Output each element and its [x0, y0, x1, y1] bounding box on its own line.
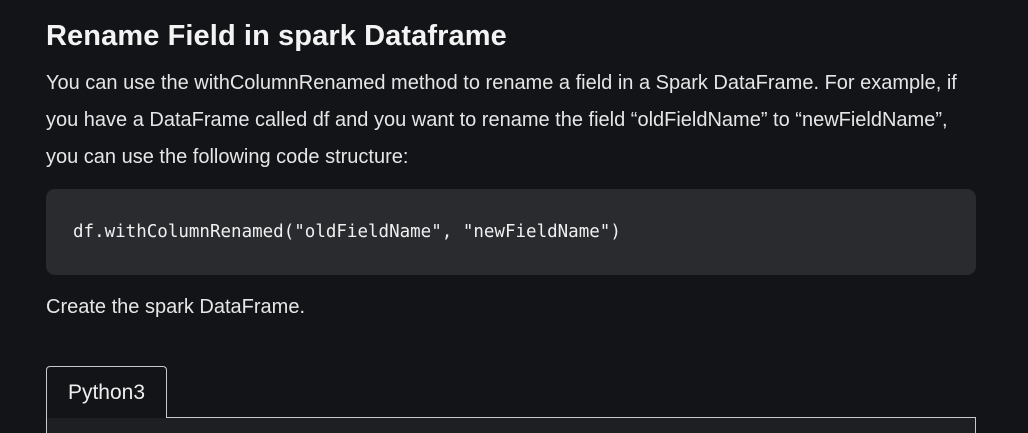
intro-paragraph: You can use the withColumnRenamed method… — [46, 72, 957, 168]
code-tabs: Python3 — [46, 366, 976, 433]
followup-paragraph: Create the spark DataFrame. — [46, 296, 305, 318]
code-text: df.withColumnRenamed("oldFieldName", "ne… — [73, 222, 621, 242]
code-snippet: df.withColumnRenamed("oldFieldName", "ne… — [46, 189, 976, 275]
tab-python3[interactable]: Python3 — [46, 366, 167, 418]
article-heading: Rename Field in spark Dataframe — [46, 20, 507, 52]
code-panel — [46, 418, 976, 433]
